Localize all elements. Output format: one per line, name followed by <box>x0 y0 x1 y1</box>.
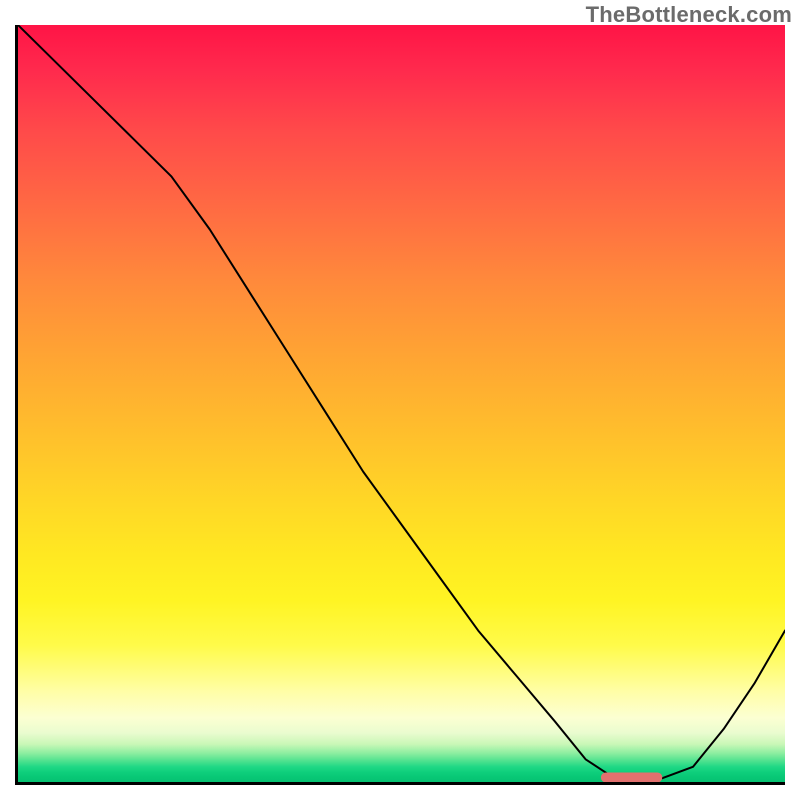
chart-stage: TheBottleneck.com <box>0 0 800 800</box>
plot-svg <box>18 25 785 782</box>
optimal-range-marker <box>601 772 662 782</box>
bottleneck-curve <box>18 25 785 778</box>
plot-area <box>15 25 785 785</box>
